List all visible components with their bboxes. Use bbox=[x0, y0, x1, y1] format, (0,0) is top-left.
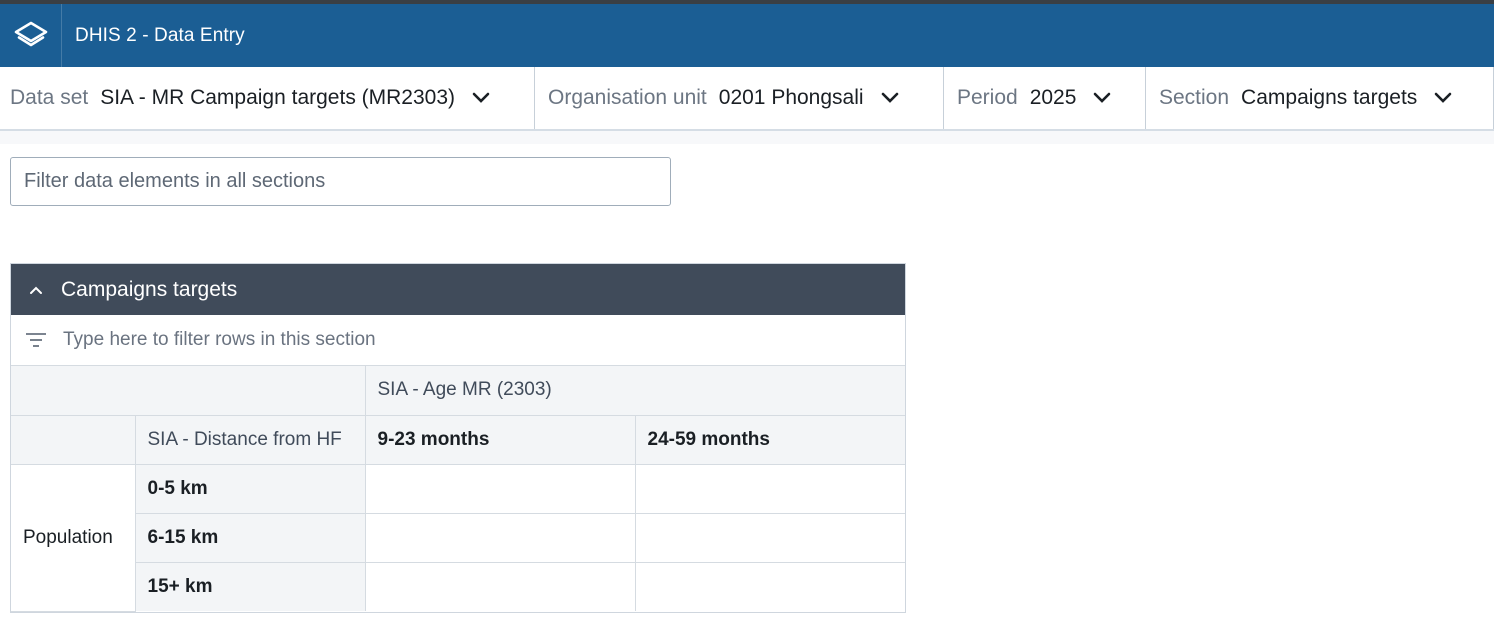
category-header: SIA - Age MR (2303) bbox=[364, 366, 905, 416]
table-row: 6-15 km bbox=[11, 512, 905, 563]
column-header: 9-23 months bbox=[364, 414, 636, 465]
chevron-down-icon bbox=[1433, 91, 1453, 105]
section-row-filter-input[interactable] bbox=[61, 328, 845, 352]
filter-all-sections-input[interactable] bbox=[10, 157, 671, 206]
dataset-selector[interactable]: Data set SIA - MR Campaign targets (MR23… bbox=[0, 67, 535, 129]
table-row: Population 0-5 km bbox=[11, 463, 905, 612]
period-selector-label: Period bbox=[957, 86, 1018, 109]
table-row: 15+ km bbox=[11, 561, 905, 611]
row-category-header: SIA - Distance from HF bbox=[134, 414, 366, 465]
data-entry-table: SIA - Age MR (2303) SIA - Distance from … bbox=[11, 366, 905, 612]
row-header: 0-5 km bbox=[134, 463, 366, 514]
orgunit-selector[interactable]: Organisation unit 0201 Phongsali bbox=[535, 67, 944, 129]
divider-strip bbox=[0, 131, 1494, 144]
period-selector-value: 2025 bbox=[1029, 86, 1077, 109]
orgunit-selector-value: 0201 Phongsali bbox=[718, 86, 864, 109]
data-entry-cell[interactable] bbox=[364, 512, 636, 563]
filter-icon bbox=[11, 332, 61, 348]
section-selector[interactable]: Section Campaigns targets bbox=[1146, 67, 1494, 129]
row-header: 6-15 km bbox=[135, 512, 366, 563]
section-row-filter bbox=[11, 315, 905, 366]
section-campaigns-targets: Campaigns targets SIA - Age MR (2303) SI… bbox=[10, 263, 906, 613]
column-header: 24-59 months bbox=[634, 414, 905, 465]
app-title: DHIS 2 - Data Entry bbox=[75, 24, 245, 46]
data-entry-cell[interactable] bbox=[364, 463, 636, 514]
section-selector-label: Section bbox=[1159, 86, 1230, 109]
data-entry-cell[interactable] bbox=[634, 561, 905, 611]
dataset-selector-value: SIA - MR Campaign targets (MR2303) bbox=[100, 86, 456, 109]
period-selector[interactable]: Period 2025 bbox=[944, 67, 1146, 129]
table-corner-cell bbox=[11, 366, 366, 416]
table-corner-cell bbox=[11, 414, 136, 465]
section-selector-value: Campaigns targets bbox=[1241, 86, 1418, 109]
dataset-selector-label: Data set bbox=[10, 86, 89, 109]
chevron-down-icon bbox=[880, 91, 900, 105]
chevron-up-icon bbox=[11, 284, 61, 296]
orgunit-selector-label: Organisation unit bbox=[548, 86, 707, 109]
chevron-down-icon bbox=[471, 91, 491, 105]
context-selection-bar: Data set SIA - MR Campaign targets (MR23… bbox=[0, 67, 1494, 131]
data-entry-cell[interactable] bbox=[364, 561, 636, 611]
section-title: Campaigns targets bbox=[61, 277, 238, 301]
dhis2-logo-icon[interactable] bbox=[0, 4, 62, 67]
data-element-label: Population bbox=[11, 463, 136, 612]
section-header[interactable]: Campaigns targets bbox=[11, 264, 905, 315]
app-header: DHIS 2 - Data Entry bbox=[0, 4, 1494, 67]
row-header: 15+ km bbox=[135, 561, 366, 611]
data-entry-cell[interactable] bbox=[634, 463, 905, 514]
chevron-down-icon bbox=[1092, 91, 1112, 105]
data-entry-cell[interactable] bbox=[634, 512, 905, 563]
